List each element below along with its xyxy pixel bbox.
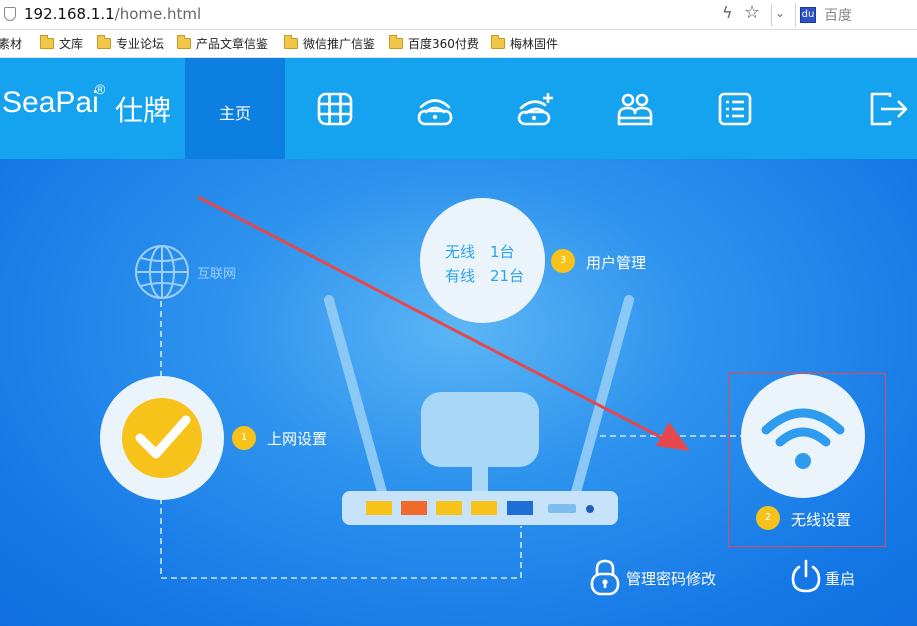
folder-icon xyxy=(491,35,505,49)
bookmark-item[interactable]: 专业论坛 xyxy=(97,35,164,52)
baidu-icon: du xyxy=(800,7,816,23)
url-path: /home.html xyxy=(114,5,202,23)
internet-setup-label[interactable]: 上网设置 xyxy=(267,428,327,449)
change-password-button[interactable]: 管理密码修改 xyxy=(589,558,729,598)
bookmark-item[interactable]: 梅林固件 xyxy=(491,35,558,52)
bookmark-item[interactable]: 产品文章信鉴 xyxy=(177,35,268,52)
bookmark-item[interactable]: 百度360付费 xyxy=(389,35,479,52)
url-host: 192.168.1.1 xyxy=(24,5,115,23)
lightning-icon[interactable]: ϟ xyxy=(722,3,733,22)
reboot-button[interactable]: 重启 xyxy=(790,558,870,598)
router-illustration xyxy=(324,295,634,525)
folder-icon xyxy=(40,35,54,49)
annotation-highlight-box xyxy=(728,373,886,547)
search-placeholder: 百度 xyxy=(824,8,852,24)
power-icon xyxy=(791,559,821,593)
step-badge: 3 xyxy=(551,249,575,273)
folder-icon xyxy=(389,35,403,49)
shield-icon xyxy=(4,7,16,21)
wired-count: 有线 21台 xyxy=(445,267,525,285)
check-icon xyxy=(122,398,202,478)
chevron-down-icon[interactable]: ⌄ xyxy=(775,6,785,20)
search-input[interactable]: du 百度 xyxy=(795,3,917,27)
address-bar: 192.168.1.1/home.html ϟ ☆ ⌄ du 百度 xyxy=(0,0,917,30)
lock-icon xyxy=(590,559,620,596)
user-management-button[interactable]: 无线 1台 有线 21台 xyxy=(420,198,545,323)
user-management-label[interactable]: 用户管理 xyxy=(586,252,646,273)
bookmark-item[interactable]: 微信推广信鉴 xyxy=(284,35,375,52)
change-password-label: 管理密码修改 xyxy=(626,570,717,588)
bookmark-item[interactable]: 文库 xyxy=(40,35,83,52)
router-admin-app: SeaPai ® 仕牌 主页 互联网 1 上网设置 无线 1台 有线 21台 3… xyxy=(0,58,917,626)
divider xyxy=(771,4,772,26)
internet-setup-button[interactable] xyxy=(100,376,224,500)
reboot-label: 重启 xyxy=(825,570,856,588)
globe-icon xyxy=(135,245,189,299)
bookmarks-bar: 素材 文库 专业论坛 产品文章信鉴 微信推广信鉴 百度360付费 梅林固件 xyxy=(0,30,917,58)
star-icon[interactable]: ☆ xyxy=(744,2,760,23)
step-badge: 1 xyxy=(232,426,256,450)
bookmark-item[interactable]: 素材 xyxy=(0,35,22,52)
internet-label: 互联网 xyxy=(197,267,237,282)
folder-icon xyxy=(97,35,111,49)
wireless-count: 无线 1台 xyxy=(445,243,515,261)
url-field[interactable]: 192.168.1.1/home.html xyxy=(24,5,201,23)
folder-icon xyxy=(177,35,191,49)
folder-icon xyxy=(284,35,298,49)
